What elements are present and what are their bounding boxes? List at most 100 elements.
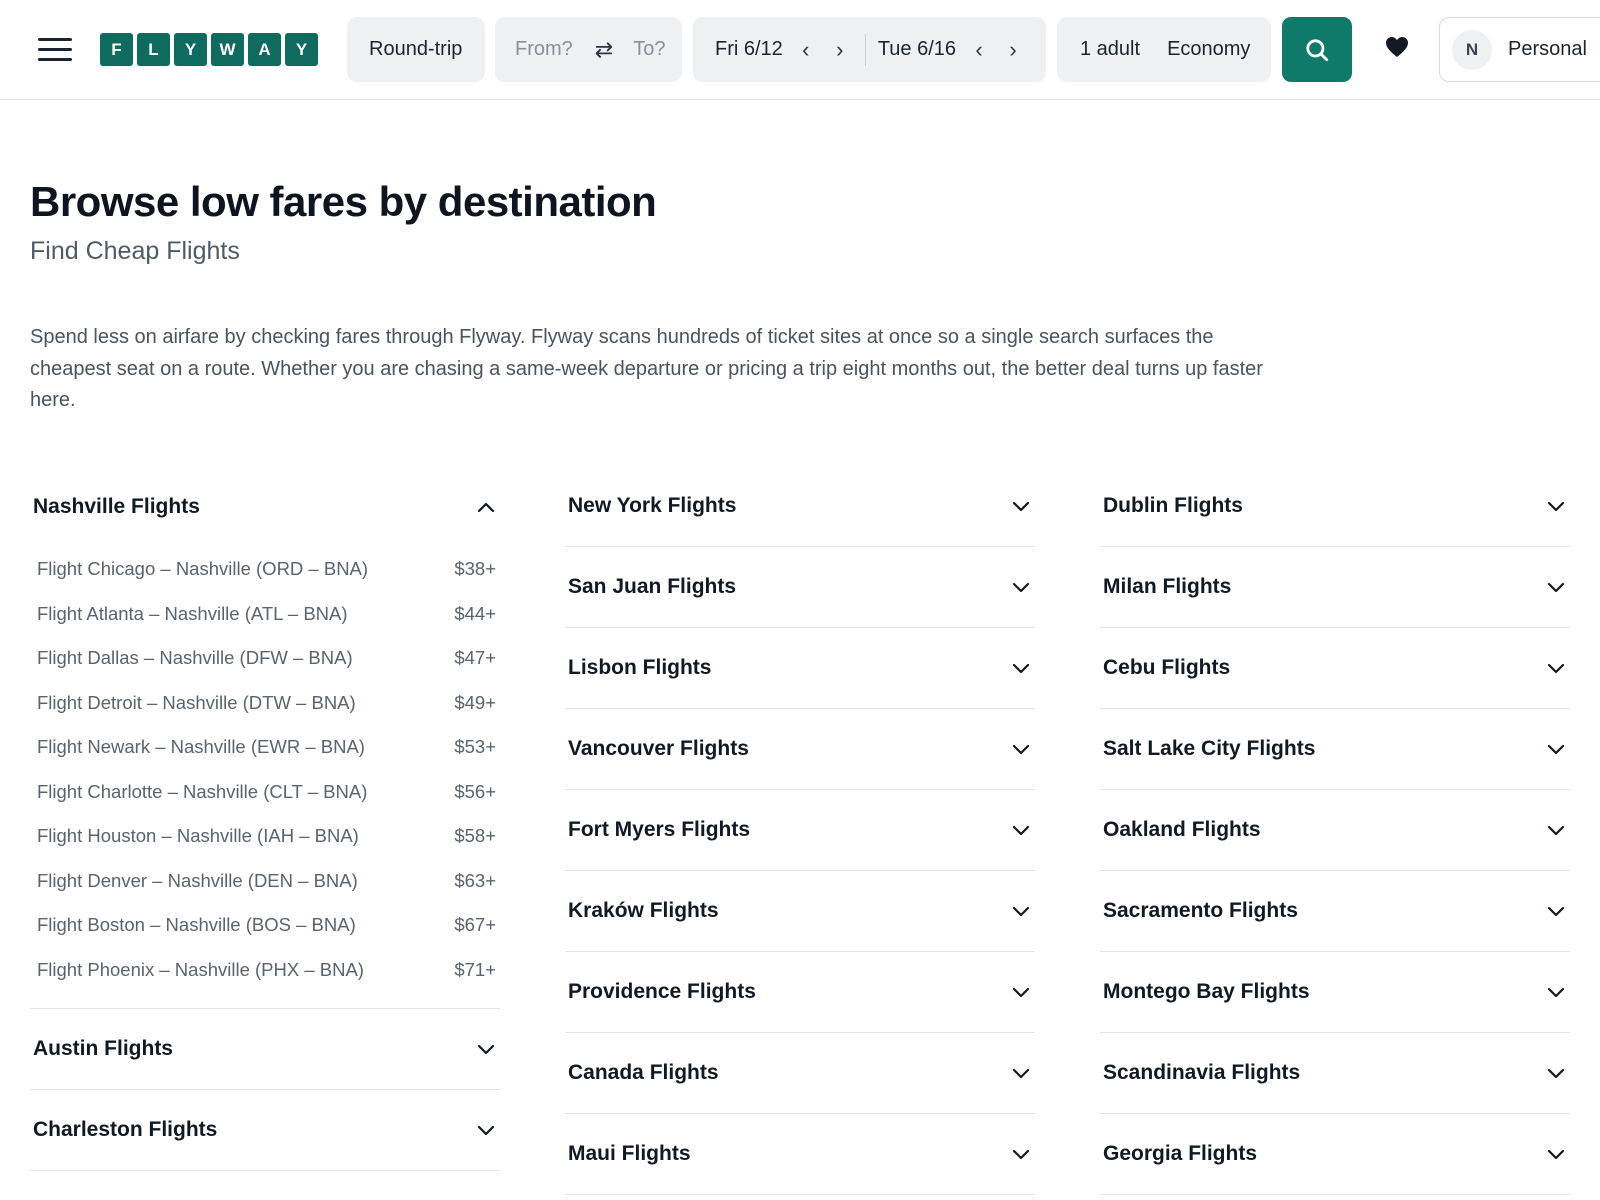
route-name: Flight Newark – Nashville (EWR – BNA) <box>37 736 365 758</box>
trip-type-select[interactable]: Round-trip <box>347 17 485 82</box>
route-link[interactable]: Flight Denver – Nashville (DEN – BNA) $6… <box>30 859 500 904</box>
accordion-title: Kraków Flights <box>568 899 719 922</box>
accordion-title: Dublin Flights <box>1103 494 1243 517</box>
route-name: Flight Charlotte – Nashville (CLT – BNA) <box>37 780 368 802</box>
chevron-down-icon <box>1011 901 1031 921</box>
route-link[interactable]: Flight Detroit – Nashville (DTW – BNA) $… <box>30 681 500 726</box>
accordion-header-austin[interactable]: Austin Flights <box>30 1009 500 1090</box>
route-link[interactable]: Flight Newark – Nashville (EWR – BNA) $5… <box>30 725 500 770</box>
swap-icon[interactable]: ⇄ <box>595 37 613 63</box>
chevron-down-icon <box>1546 982 1566 1002</box>
logo-letter: L <box>137 33 170 66</box>
route-name: Flight Dallas – Nashville (DFW – BNA) <box>37 647 353 669</box>
accordion-header-scandinavia[interactable]: Scandinavia Flights <box>1100 1033 1570 1114</box>
route-link[interactable]: Flight Dallas – Nashville (DFW – BNA) $4… <box>30 636 500 681</box>
accordion-title: Milan Flights <box>1103 575 1232 598</box>
top-bar: F L Y W A Y Round-trip From? ⇄ To? Fri 6… <box>0 0 1600 100</box>
flyway-logo[interactable]: F L Y W A Y <box>100 33 318 66</box>
page-title: Browse low fares by destination <box>30 178 657 225</box>
origin-field[interactable]: From? <box>515 38 573 61</box>
chevron-down-icon <box>1011 739 1031 759</box>
accordion-title: Vancouver Flights <box>568 737 749 760</box>
search-icon <box>1306 38 1329 61</box>
route-price: $58+ <box>454 825 496 847</box>
travelers-cabin-selector[interactable]: 1 adult Economy <box>1057 17 1271 82</box>
return-next-day-icon[interactable]: › <box>996 37 1030 63</box>
accordion-header-nashville[interactable]: Nashville Flights <box>30 466 500 547</box>
accordion-title: Lisbon Flights <box>568 656 712 679</box>
accordion-header-salt-lake-city[interactable]: Salt Lake City Flights <box>1100 709 1570 790</box>
route-name: Flight Chicago – Nashville (ORD – BNA) <box>37 558 369 580</box>
accordion-header-sacramento[interactable]: Sacramento Flights <box>1100 871 1570 952</box>
chevron-down-icon <box>1011 1144 1031 1164</box>
account-menu-button[interactable]: N Personal <box>1439 17 1600 82</box>
route-link[interactable]: Flight Chicago – Nashville (ORD – BNA) $… <box>30 547 500 592</box>
route-link[interactable]: Flight Boston – Nashville (BOS – BNA) $6… <box>30 903 500 948</box>
account-label: Personal <box>1508 38 1587 60</box>
accordion-header-vancouver[interactable]: Vancouver Flights <box>565 709 1035 790</box>
chevron-down-icon <box>1546 577 1566 597</box>
accordion-header-providence[interactable]: Providence Flights <box>565 952 1035 1033</box>
accordion-title: Scandinavia Flights <box>1103 1061 1301 1084</box>
accordion-header-cebu[interactable]: Cebu Flights <box>1100 628 1570 709</box>
accordion-header-krakow[interactable]: Kraków Flights <box>565 871 1035 952</box>
route-price: $49+ <box>454 691 496 713</box>
logo-letter: Y <box>174 33 207 66</box>
route-price: $47+ <box>454 647 496 669</box>
accordion-header-charleston[interactable]: Charleston Flights <box>30 1090 500 1171</box>
accordion-title: Oakland Flights <box>1103 818 1261 841</box>
accordion-header-fort-myers[interactable]: Fort Myers Flights <box>565 790 1035 871</box>
accordion-header-montego-bay[interactable]: Montego Bay Flights <box>1100 952 1570 1033</box>
route-link[interactable]: Flight Atlanta – Nashville (ATL – BNA) $… <box>30 592 500 637</box>
accordion-title: Providence Flights <box>568 980 756 1003</box>
destination-column-3: Dublin Flights Milan Flights Cebu Flight… <box>1100 466 1570 1195</box>
accordion-title: Cebu Flights <box>1103 656 1231 679</box>
chevron-down-icon <box>1011 1063 1031 1083</box>
route-link[interactable]: Flight Phoenix – Nashville (PHX – BNA) $… <box>30 948 500 993</box>
route-name: Flight Denver – Nashville (DEN – BNA) <box>37 869 358 891</box>
accordion-header-dublin[interactable]: Dublin Flights <box>1100 466 1570 547</box>
chevron-down-icon <box>476 1039 496 1059</box>
route-price: $44+ <box>454 602 496 624</box>
route-price: $56+ <box>454 780 496 802</box>
accordion-header-canada[interactable]: Canada Flights <box>565 1033 1035 1114</box>
accordion-header-georgia[interactable]: Georgia Flights <box>1100 1114 1570 1195</box>
depart-prev-day-icon[interactable]: ‹ <box>789 37 823 63</box>
depart-next-day-icon[interactable]: › <box>823 37 857 63</box>
destination-column-2: New York Flights San Juan Flights Lisbon… <box>565 466 1035 1195</box>
accordion-title: Montego Bay Flights <box>1103 980 1310 1003</box>
return-prev-day-icon[interactable]: ‹ <box>962 37 996 63</box>
trip-type-label: Round-trip <box>369 38 463 60</box>
chevron-down-icon <box>1546 658 1566 678</box>
route-link[interactable]: Flight Charlotte – Nashville (CLT – BNA)… <box>30 770 500 815</box>
accordion-title: Austin Flights <box>33 1037 173 1060</box>
chevron-down-icon <box>1546 496 1566 516</box>
accordion-header-maui[interactable]: Maui Flights <box>565 1114 1035 1195</box>
depart-date-field[interactable]: Fri 6/12 <box>715 38 783 61</box>
chevron-down-icon <box>1011 496 1031 516</box>
return-date-field[interactable]: Tue 6/16 <box>878 38 956 61</box>
route-price: $67+ <box>454 914 496 936</box>
logo-letter: W <box>211 33 244 66</box>
avatar: N <box>1452 29 1492 70</box>
route-name: Flight Houston – Nashville (IAH – BNA) <box>37 825 359 847</box>
search-button[interactable] <box>1282 17 1352 82</box>
logo-letter: F <box>100 33 133 66</box>
chevron-down-icon <box>476 1120 496 1140</box>
hamburger-menu-icon[interactable] <box>38 38 72 62</box>
accordion-header-lisbon[interactable]: Lisbon Flights <box>565 628 1035 709</box>
chevron-down-icon <box>1011 658 1031 678</box>
accordion-header-milan[interactable]: Milan Flights <box>1100 547 1570 628</box>
accordion-title: Canada Flights <box>568 1061 719 1084</box>
route-link[interactable]: Flight Houston – Nashville (IAH – BNA) $… <box>30 814 500 859</box>
logo-letter: Y <box>285 33 318 66</box>
accordion-header-san-juan[interactable]: San Juan Flights <box>565 547 1035 628</box>
accordion-header-oakland[interactable]: Oakland Flights <box>1100 790 1570 871</box>
chevron-down-icon <box>1011 577 1031 597</box>
route-price: $53+ <box>454 736 496 758</box>
destination-field[interactable]: To? <box>633 38 665 61</box>
route-name: Flight Phoenix – Nashville (PHX – BNA) <box>37 958 364 980</box>
favorites-heart-icon[interactable] <box>1385 36 1411 62</box>
chevron-down-icon <box>1546 739 1566 759</box>
accordion-header-new-york[interactable]: New York Flights <box>565 466 1035 547</box>
